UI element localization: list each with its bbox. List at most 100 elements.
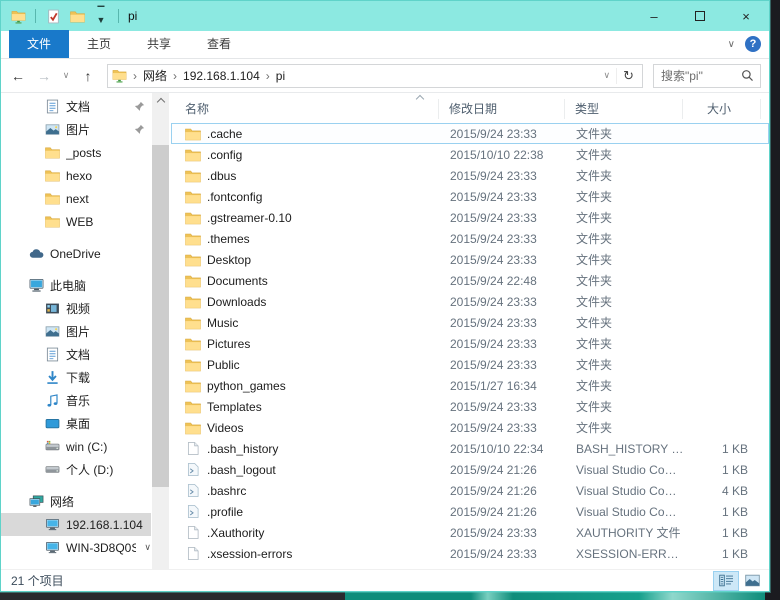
ribbon-tab-文件[interactable]: 文件	[9, 30, 69, 58]
file-row-.fontconfig[interactable]: .fontconfig 2015/9/24 23:33 文件夹	[171, 186, 769, 207]
file-type: 文件夹	[566, 419, 684, 436]
file-name-cell: Public	[172, 358, 440, 372]
sidebar-item-文档[interactable]: 文档	[1, 95, 151, 118]
thumbnail-view-button[interactable]	[739, 571, 765, 591]
file-name: .profile	[207, 505, 243, 519]
new-folder-icon[interactable]	[67, 6, 87, 26]
file-row-Templates[interactable]: Templates 2015/9/24 23:33 文件夹	[171, 396, 769, 417]
file-name-cell: .bash_history	[172, 442, 440, 456]
file-row-Pictures[interactable]: Pictures 2015/9/24 23:33 文件夹	[171, 333, 769, 354]
sidebar-item-OneDrive[interactable]: OneDrive	[1, 242, 151, 265]
file-date: 2015/9/24 23:33	[440, 127, 566, 141]
back-button[interactable]: ←	[7, 65, 29, 87]
sidebar-item-WEB[interactable]: WEB	[1, 210, 151, 233]
address-bar[interactable]: ›网络›192.168.1.104›pi ∨ ↻	[107, 64, 643, 88]
close-button[interactable]: ×	[723, 1, 769, 31]
file-row-Public[interactable]: Public 2015/9/24 23:33 文件夹	[171, 354, 769, 375]
sidebar-item-此电脑[interactable]: 此电脑	[1, 274, 151, 297]
sidebar-item-WIN-3D8Q0SD[interactable]: WIN-3D8Q0SD ∨	[1, 536, 151, 559]
sidebar-item-音乐[interactable]: 音乐	[1, 389, 151, 412]
sidebar-item-label: 下载	[66, 369, 90, 386]
ribbon-tab-主页[interactable]: 主页	[69, 30, 129, 58]
folder-icon	[185, 379, 201, 393]
file-row-.profile[interactable]: .profile 2015/9/24 21:26 Visual Studio C…	[171, 501, 769, 522]
expand-chevron-icon[interactable]: ∨	[144, 542, 151, 553]
file-row-Documents[interactable]: Documents 2015/9/24 22:48 文件夹	[171, 270, 769, 291]
title-bar[interactable]: ▔▼ pi – ×	[1, 1, 769, 31]
document-icon	[45, 99, 60, 114]
breadcrumb-separator-icon: ›	[262, 69, 274, 83]
file-row-.Xauthority[interactable]: .Xauthority 2015/9/24 23:33 XAUTHORITY 文…	[171, 522, 769, 543]
column-header-size[interactable]: 大小	[683, 99, 761, 119]
ribbon-tab-共享[interactable]: 共享	[129, 30, 189, 58]
sidebar-item-next[interactable]: next	[1, 187, 151, 210]
file-row-.bashrc[interactable]: .bashrc 2015/9/24 21:26 Visual Studio Co…	[171, 480, 769, 501]
scrollbar-thumb[interactable]	[152, 145, 169, 487]
sidebar-item-桌面[interactable]: 桌面	[1, 412, 151, 435]
file-name-cell: Videos	[172, 421, 440, 435]
file-row-.config[interactable]: .config 2015/10/10 22:38 文件夹	[171, 144, 769, 165]
customize-qat-dropdown-icon[interactable]: ▔▼	[91, 6, 111, 26]
up-button[interactable]: ↑	[77, 65, 99, 87]
details-view-button[interactable]	[713, 571, 739, 591]
search-icon[interactable]	[741, 69, 760, 82]
sidebar-item-图片[interactable]: 图片	[1, 118, 151, 141]
minimize-ribbon-chevron-icon[interactable]: ∨	[728, 39, 735, 50]
sidebar-item-label: 图片	[66, 323, 90, 340]
file-name-cell: .dbus	[172, 169, 440, 183]
folder-icon	[185, 211, 201, 225]
status-bar: 21 个项目	[1, 569, 769, 591]
search-box	[653, 64, 761, 88]
sidebar-item-个人 (D:)[interactable]: 个人 (D:)	[1, 458, 151, 481]
search-input[interactable]	[654, 69, 741, 83]
code-file-icon	[185, 505, 201, 518]
column-header-name[interactable]: 名称	[171, 99, 439, 119]
file-row-Desktop[interactable]: Desktop 2015/9/24 23:33 文件夹	[171, 249, 769, 270]
sidebar-scrollbar[interactable]	[152, 93, 169, 569]
column-header-type[interactable]: 类型	[565, 99, 683, 119]
file-row-Music[interactable]: Music 2015/9/24 23:33 文件夹	[171, 312, 769, 333]
file-row-.bash_logout[interactable]: .bash_logout 2015/9/24 21:26 Visual Stud…	[171, 459, 769, 480]
breadcrumb-segment[interactable]: 网络	[141, 65, 169, 86]
sidebar-item-hexo[interactable]: hexo	[1, 164, 151, 187]
sidebar-item-win (C:)[interactable]: win (C:)	[1, 435, 151, 458]
help-icon[interactable]: ?	[745, 36, 761, 52]
sidebar-item-网络[interactable]: 网络	[1, 490, 151, 513]
column-header-date[interactable]: 修改日期	[439, 99, 565, 119]
recent-locations-dropdown-icon[interactable]: ∨	[59, 65, 73, 87]
refresh-icon[interactable]: ↻	[616, 68, 640, 84]
ribbon-tab-查看[interactable]: 查看	[189, 30, 249, 58]
scrollbar-up-icon[interactable]	[152, 93, 169, 108]
properties-icon[interactable]	[43, 6, 63, 26]
file-size: 1 KB	[684, 463, 762, 477]
sidebar-item-label: 文档	[66, 98, 90, 115]
sidebar-item-下载[interactable]: 下载	[1, 366, 151, 389]
sidebar-item-文档[interactable]: 文档	[1, 343, 151, 366]
file-row-.bash_history[interactable]: .bash_history 2015/10/10 22:34 BASH_HIST…	[171, 438, 769, 459]
sidebar-item-192.168.1.104[interactable]: 192.168.1.104	[1, 513, 151, 536]
breadcrumb-segment[interactable]: pi	[274, 67, 287, 85]
file-row-.gstreamer-0.10[interactable]: .gstreamer-0.10 2015/9/24 23:33 文件夹	[171, 207, 769, 228]
file-type: 文件夹	[566, 209, 684, 226]
sidebar-item-_posts[interactable]: _posts	[1, 141, 151, 164]
file-row-Videos[interactable]: Videos 2015/9/24 23:33 文件夹	[171, 417, 769, 438]
file-row-.themes[interactable]: .themes 2015/9/24 23:33 文件夹	[171, 228, 769, 249]
file-date: 2015/9/24 22:48	[440, 274, 566, 288]
breadcrumb-segment[interactable]: 192.168.1.104	[181, 67, 262, 85]
file-row-Downloads[interactable]: Downloads 2015/9/24 23:33 文件夹	[171, 291, 769, 312]
address-dropdown-icon[interactable]: ∨	[598, 70, 617, 81]
window-network-folder-icon[interactable]	[8, 6, 28, 26]
folder-icon	[185, 421, 201, 435]
file-row-.cache[interactable]: .cache 2015/9/24 23:33 文件夹	[171, 123, 769, 144]
breadcrumb-separator-icon: ›	[169, 69, 181, 83]
file-row-.xsession-errors[interactable]: .xsession-errors 2015/9/24 23:33 XSESSIO…	[171, 543, 769, 564]
file-row-python_games[interactable]: python_games 2015/1/27 16:34 文件夹	[171, 375, 769, 396]
music-icon	[45, 393, 60, 408]
sidebar-item-视频[interactable]: 视频	[1, 297, 151, 320]
forward-button[interactable]: →	[33, 65, 55, 87]
sidebar-item-图片[interactable]: 图片	[1, 320, 151, 343]
picture-icon	[45, 324, 60, 339]
minimize-button[interactable]: –	[631, 1, 677, 31]
file-row-.dbus[interactable]: .dbus 2015/9/24 23:33 文件夹	[171, 165, 769, 186]
maximize-button[interactable]	[677, 1, 723, 31]
